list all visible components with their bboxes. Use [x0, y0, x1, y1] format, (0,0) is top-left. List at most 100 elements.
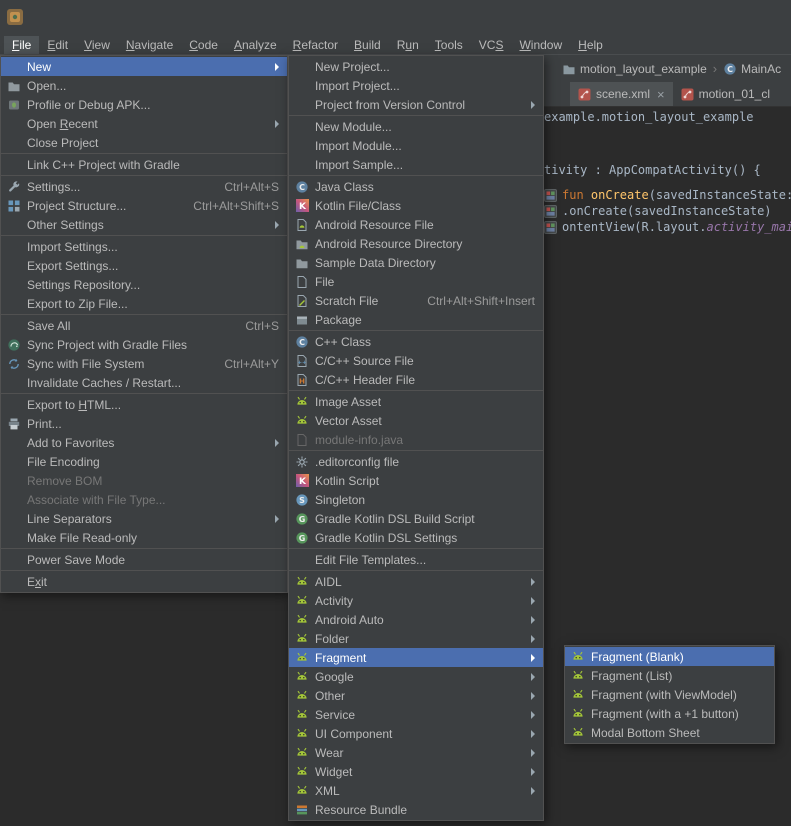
menubar-item-code[interactable]: Code	[181, 36, 226, 54]
menu-item-import-sample[interactable]: Import Sample...	[289, 155, 543, 174]
menu-item-save-all[interactable]: Save AllCtrl+S	[1, 316, 287, 335]
menu-item-sample-data-directory[interactable]: Sample Data Directory	[289, 253, 543, 272]
menu-item-fragment-with-viewmodel[interactable]: Fragment (with ViewModel)	[565, 685, 774, 704]
menu-item-android-resource-directory[interactable]: Android Resource Directory	[289, 234, 543, 253]
menu-separator	[1, 175, 287, 176]
menu-item-resource-bundle[interactable]: Resource Bundle	[289, 800, 543, 819]
editor-tab-scene-xml[interactable]: scene.xml×	[570, 82, 673, 106]
menu-item-settings-repository[interactable]: Settings Repository...	[1, 275, 287, 294]
menu-item-export-to-zip-file[interactable]: Export to Zip File...	[1, 294, 287, 313]
menu-item-fragment-with-a-1-button[interactable]: Fragment (with a +1 button)	[565, 704, 774, 723]
menubar-item-build[interactable]: Build	[346, 36, 389, 54]
breadcrumb-item-motion-layout-example[interactable]: motion_layout_example	[562, 62, 707, 76]
menu-item-fragment[interactable]: Fragment	[289, 648, 543, 667]
menu-item-package[interactable]: Package	[289, 310, 543, 329]
menu-item-label: Gradle Kotlin DSL Build Script	[315, 512, 475, 526]
menu-item-power-save-mode[interactable]: Power Save Mode	[1, 550, 287, 569]
menu-item-add-to-favorites[interactable]: Add to Favorites	[1, 433, 287, 452]
menu-item-gradle-kotlin-dsl-build-script[interactable]: GGradle Kotlin DSL Build Script	[289, 509, 543, 528]
menu-item-label: C++ Class	[315, 335, 371, 349]
menu-item-import-project[interactable]: Import Project...	[289, 76, 543, 95]
menu-item-open-recent[interactable]: Open Recent	[1, 114, 287, 133]
menu-item-other[interactable]: Other	[289, 686, 543, 705]
menu-item-label: .editorconfig file	[315, 455, 399, 469]
menu-item-service[interactable]: Service	[289, 705, 543, 724]
menu-icon-slot-empty	[6, 376, 22, 390]
menu-item-label: Modal Bottom Sheet	[591, 726, 700, 740]
menu-item-aidl[interactable]: AIDL	[289, 572, 543, 591]
menu-item-android-auto[interactable]: Android Auto	[289, 610, 543, 629]
menu-item-import-module[interactable]: Import Module...	[289, 136, 543, 155]
menu-item-android-resource-file[interactable]: Android Resource File	[289, 215, 543, 234]
menubar-item-tools[interactable]: Tools	[427, 36, 471, 54]
submenu-arrow-icon	[275, 515, 279, 523]
menu-item-wear[interactable]: Wear	[289, 743, 543, 762]
menu-item-fragment-blank[interactable]: Fragment (Blank)	[565, 647, 774, 666]
menu-item-ui-component[interactable]: UI Component	[289, 724, 543, 743]
menu-item-new[interactable]: New	[1, 57, 287, 76]
sync-icon	[6, 357, 22, 371]
menu-icon-slot-empty	[6, 553, 22, 567]
menu-item-open[interactable]: Open...	[1, 76, 287, 95]
menu-item-export-to-html[interactable]: Export to HTML...	[1, 395, 287, 414]
menu-item-kotlin-file-class[interactable]: KKotlin File/Class	[289, 196, 543, 215]
menu-item-profile-or-debug-apk[interactable]: Profile or Debug APK...	[1, 95, 287, 114]
menu-item-line-separators[interactable]: Line Separators	[1, 509, 287, 528]
menu-item-sync-with-file-system[interactable]: Sync with File SystemCtrl+Alt+Y	[1, 354, 287, 373]
menu-item-label: New	[27, 60, 51, 74]
editor-gutter-icon[interactable]	[544, 189, 557, 202]
menu-item-folder[interactable]: Folder	[289, 629, 543, 648]
tab-close-icon[interactable]: ×	[657, 88, 665, 101]
menu-item-fragment-list[interactable]: Fragment (List)	[565, 666, 774, 685]
menu-item-activity[interactable]: Activity	[289, 591, 543, 610]
menubar-item-edit[interactable]: Edit	[39, 36, 76, 54]
menu-item-project-structure[interactable]: Project Structure...Ctrl+Alt+Shift+S	[1, 196, 287, 215]
menu-item-image-asset[interactable]: Image Asset	[289, 392, 543, 411]
menu-item-widget[interactable]: Widget	[289, 762, 543, 781]
menu-item-c-class[interactable]: CC++ Class	[289, 332, 543, 351]
menu-item-scratch-file[interactable]: Scratch FileCtrl+Alt+Shift+Insert	[289, 291, 543, 310]
menu-item-edit-file-templates[interactable]: Edit File Templates...	[289, 550, 543, 569]
menubar-item-navigate[interactable]: Navigate	[118, 36, 181, 54]
menu-item-exit[interactable]: Exit	[1, 572, 287, 591]
menu-item-new-project[interactable]: New Project...	[289, 57, 543, 76]
menu-item-google[interactable]: Google	[289, 667, 543, 686]
menu-item-editorconfig-file[interactable]: .editorconfig file	[289, 452, 543, 471]
menu-item-kotlin-script[interactable]: KKotlin Script	[289, 471, 543, 490]
menu-item-file[interactable]: File	[289, 272, 543, 291]
breadcrumb-item-mainac[interactable]: CMainAc	[723, 62, 781, 76]
menubar-item-run[interactable]: Run	[389, 36, 427, 54]
editor-tab-motion-01-cl[interactable]: motion_01_cl	[673, 82, 778, 106]
menu-item-vector-asset[interactable]: Vector Asset	[289, 411, 543, 430]
menu-item-modal-bottom-sheet[interactable]: Modal Bottom Sheet	[565, 723, 774, 742]
menu-item-c-c-source-file[interactable]: ++C/C++ Source File	[289, 351, 543, 370]
menu-item-print[interactable]: Print...	[1, 414, 287, 433]
menu-item-new-module[interactable]: New Module...	[289, 117, 543, 136]
menubar-item-view[interactable]: View	[76, 36, 118, 54]
menubar-item-window[interactable]: Window	[511, 36, 570, 54]
menu-item-invalidate-caches-restart[interactable]: Invalidate Caches / Restart...	[1, 373, 287, 392]
menu-item-c-c-header-file[interactable]: HC/C++ Header File	[289, 370, 543, 389]
menu-item-gradle-kotlin-dsl-settings[interactable]: GGradle Kotlin DSL Settings	[289, 528, 543, 547]
menu-item-singleton[interactable]: SSingleton	[289, 490, 543, 509]
menubar-item-vcs[interactable]: VCS	[471, 36, 512, 54]
menu-item-make-file-read-only[interactable]: Make File Read-only	[1, 528, 287, 547]
menu-item-java-class[interactable]: CJava Class	[289, 177, 543, 196]
menu-item-other-settings[interactable]: Other Settings	[1, 215, 287, 234]
menubar-item-help[interactable]: Help	[570, 36, 611, 54]
menubar-item-analyze[interactable]: Analyze	[226, 36, 285, 54]
menu-item-close-project[interactable]: Close Project	[1, 133, 287, 152]
menu-item-settings[interactable]: Settings...Ctrl+Alt+S	[1, 177, 287, 196]
menu-item-project-from-version-control[interactable]: Project from Version Control	[289, 95, 543, 114]
menu-item-sync-project-with-gradle-files[interactable]: Sync Project with Gradle Files	[1, 335, 287, 354]
editor-gutter-icon[interactable]	[544, 221, 557, 234]
menu-item-export-settings[interactable]: Export Settings...	[1, 256, 287, 275]
menu-item-link-c-project-with-gradle[interactable]: Link C++ Project with Gradle	[1, 155, 287, 174]
menu-item-xml[interactable]: XML	[289, 781, 543, 800]
menubar-item-file[interactable]: File	[4, 36, 39, 54]
menubar-item-refactor[interactable]: Refactor	[285, 36, 346, 54]
menu-item-import-settings[interactable]: Import Settings...	[1, 237, 287, 256]
menu-icon-slot-empty	[6, 455, 22, 469]
editor-gutter-icon[interactable]	[544, 205, 557, 218]
menu-item-file-encoding[interactable]: File Encoding	[1, 452, 287, 471]
